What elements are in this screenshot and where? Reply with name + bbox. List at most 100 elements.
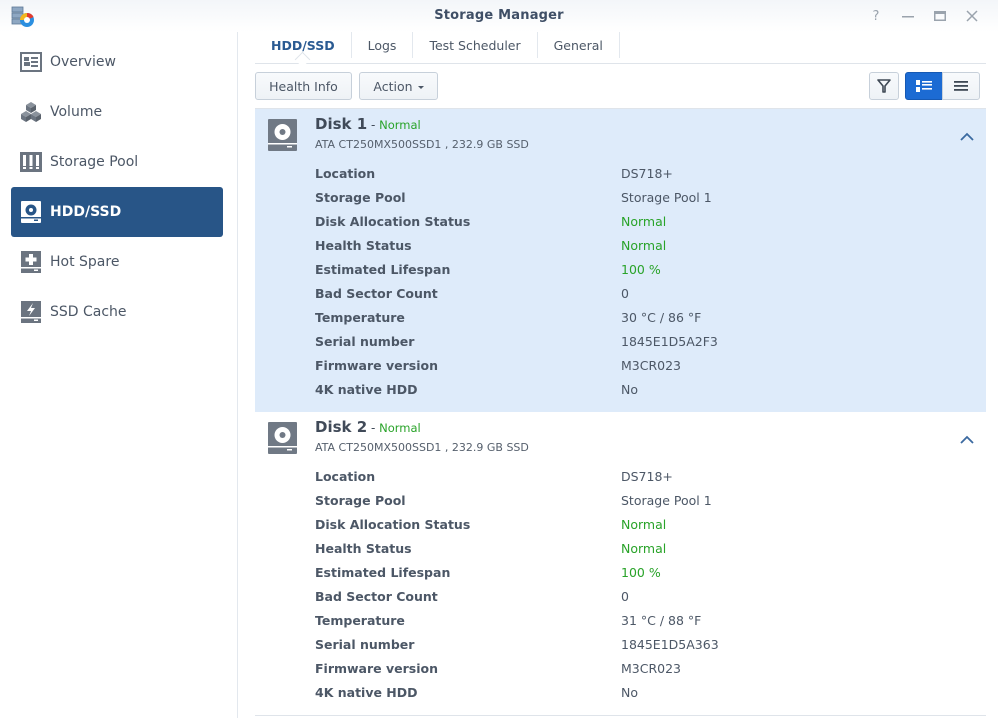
- disk-title: Disk 2 - Normal: [315, 418, 421, 436]
- detail-key: Estimated Lifespan: [315, 261, 451, 277]
- detail-row: 4K native HDD No: [315, 377, 718, 401]
- sidebar: Overview Volume Storage Pool HDD/SSD Hot…: [0, 32, 238, 718]
- detail-row: Storage Pool Storage Pool 1: [315, 488, 719, 512]
- detail-row: Estimated Lifespan 100 %: [315, 257, 718, 281]
- hdd-icon: [20, 201, 42, 223]
- sidebar-item-label: Volume: [50, 104, 103, 120]
- minimize-button[interactable]: [892, 6, 924, 26]
- hot-spare-icon: [20, 251, 42, 273]
- detail-key: Storage Pool: [315, 492, 406, 508]
- filter-button[interactable]: [869, 72, 899, 100]
- collapse-chevron-up-icon[interactable]: [960, 127, 976, 141]
- detail-key: Disk Allocation Status: [315, 213, 471, 229]
- tab-test-scheduler[interactable]: Test Scheduler: [413, 32, 538, 58]
- detail-row: Serial number 1845E1D5A2F3: [315, 329, 718, 353]
- sidebar-item-overview[interactable]: Overview: [11, 37, 223, 87]
- detail-row: Disk Allocation Status Normal: [315, 512, 719, 536]
- detail-value: 31 °C / 88 °F: [621, 612, 702, 628]
- detail-row: Temperature 30 °C / 86 °F: [315, 305, 718, 329]
- disk-status: Normal: [379, 118, 421, 132]
- disk-title: Disk 1 - Normal: [315, 115, 421, 133]
- maximize-icon: [934, 11, 946, 21]
- detail-value: M3CR023: [621, 660, 682, 676]
- overview-icon: [20, 51, 42, 73]
- detail-row: Location DS718+: [315, 161, 718, 185]
- tab-bar: HDD/SSD Logs Test Scheduler General: [255, 32, 986, 64]
- detail-row: Health Status Normal: [315, 233, 718, 257]
- main-panel: HDD/SSD Logs Test Scheduler General Heal…: [239, 32, 998, 718]
- disk-icon: [268, 119, 298, 151]
- help-button[interactable]: ?: [860, 6, 892, 26]
- sidebar-item-storage-pool[interactable]: Storage Pool: [11, 137, 223, 187]
- sidebar-item-label: SSD Cache: [50, 304, 127, 320]
- detail-value: M3CR023: [621, 357, 682, 373]
- disk-status: Normal: [379, 421, 421, 435]
- detail-key: Firmware version: [315, 357, 438, 373]
- detail-value: DS718+: [621, 468, 673, 484]
- detail-value: Normal: [621, 237, 667, 253]
- disk-icon: [268, 422, 298, 454]
- sidebar-item-hdd-ssd[interactable]: HDD/SSD: [11, 187, 223, 237]
- detail-row: Location DS718+: [315, 464, 719, 488]
- detail-row: Storage Pool Storage Pool 1: [315, 185, 718, 209]
- detail-row: Firmware version M3CR023: [315, 656, 719, 680]
- detail-row: Serial number 1845E1D5A363: [315, 632, 719, 656]
- detail-list-icon: [916, 80, 932, 92]
- list-view-toggle[interactable]: [942, 72, 980, 100]
- sidebar-item-label: Storage Pool: [50, 154, 139, 170]
- sidebar-item-volume[interactable]: Volume: [11, 87, 223, 137]
- detail-value: 1845E1D5A363: [621, 636, 719, 652]
- tab-logs[interactable]: Logs: [352, 32, 414, 58]
- list-divider: [255, 715, 986, 716]
- detail-value: 0: [621, 285, 629, 301]
- detail-value: Normal: [621, 516, 667, 532]
- title-bar: Storage Manager ?: [0, 0, 998, 32]
- detail-row: Bad Sector Count 0: [315, 584, 719, 608]
- sidebar-item-hot-spare[interactable]: Hot Spare: [11, 237, 223, 287]
- detail-key: Firmware version: [315, 660, 438, 676]
- detail-value: No: [621, 381, 638, 397]
- detail-key: Bad Sector Count: [315, 285, 438, 301]
- disk-item[interactable]: Disk 1 - Normal ATA CT250MX500SSD1 , 232…: [255, 109, 986, 412]
- volume-icon: [20, 101, 42, 123]
- detail-view-toggle[interactable]: [905, 72, 943, 100]
- detail-key: Disk Allocation Status: [315, 516, 471, 532]
- detail-value: 100 %: [621, 564, 661, 580]
- detail-row: Bad Sector Count 0: [315, 281, 718, 305]
- detail-row: Firmware version M3CR023: [315, 353, 718, 377]
- detail-row: Health Status Normal: [315, 536, 719, 560]
- detail-value: 100 %: [621, 261, 661, 277]
- close-button[interactable]: [956, 6, 988, 26]
- disk-model: ATA CT250MX500SSD1 , 232.9 GB SSD: [315, 138, 529, 151]
- disk-separator: -: [367, 421, 380, 435]
- detail-row: Temperature 31 °C / 88 °F: [315, 608, 719, 632]
- maximize-button[interactable]: [924, 6, 956, 26]
- detail-key: Serial number: [315, 333, 415, 349]
- disk-item[interactable]: Disk 2 - Normal ATA CT250MX500SSD1 , 232…: [255, 412, 986, 715]
- detail-value: 1845E1D5A2F3: [621, 333, 718, 349]
- detail-value: Storage Pool 1: [621, 492, 712, 508]
- health-info-button[interactable]: Health Info: [255, 72, 352, 100]
- tab-hdd-ssd[interactable]: HDD/SSD: [255, 32, 352, 58]
- detail-row: Estimated Lifespan 100 %: [315, 560, 719, 584]
- detail-key: Estimated Lifespan: [315, 564, 451, 580]
- disk-model: ATA CT250MX500SSD1 , 232.9 GB SSD: [315, 441, 529, 454]
- action-dropdown-button[interactable]: Action: [359, 72, 438, 100]
- detail-value: Normal: [621, 213, 667, 229]
- collapse-chevron-up-icon[interactable]: [960, 430, 976, 444]
- detail-key: Temperature: [315, 309, 405, 325]
- detail-value: Storage Pool 1: [621, 189, 712, 205]
- detail-value: DS718+: [621, 165, 673, 181]
- detail-key: Health Status: [315, 540, 412, 556]
- close-icon: [966, 10, 978, 22]
- detail-value: 30 °C / 86 °F: [621, 309, 702, 325]
- sidebar-item-ssd-cache[interactable]: SSD Cache: [11, 287, 223, 337]
- disk-list: Disk 1 - Normal ATA CT250MX500SSD1 , 232…: [255, 108, 986, 718]
- sidebar-item-label: Overview: [50, 54, 116, 70]
- ssd-cache-icon: [20, 301, 42, 323]
- detail-value: Normal: [621, 540, 667, 556]
- tab-general[interactable]: General: [538, 32, 620, 58]
- disk-name: Disk 1: [315, 115, 368, 133]
- disk-separator: -: [367, 118, 380, 132]
- sidebar-item-label: Hot Spare: [50, 254, 120, 270]
